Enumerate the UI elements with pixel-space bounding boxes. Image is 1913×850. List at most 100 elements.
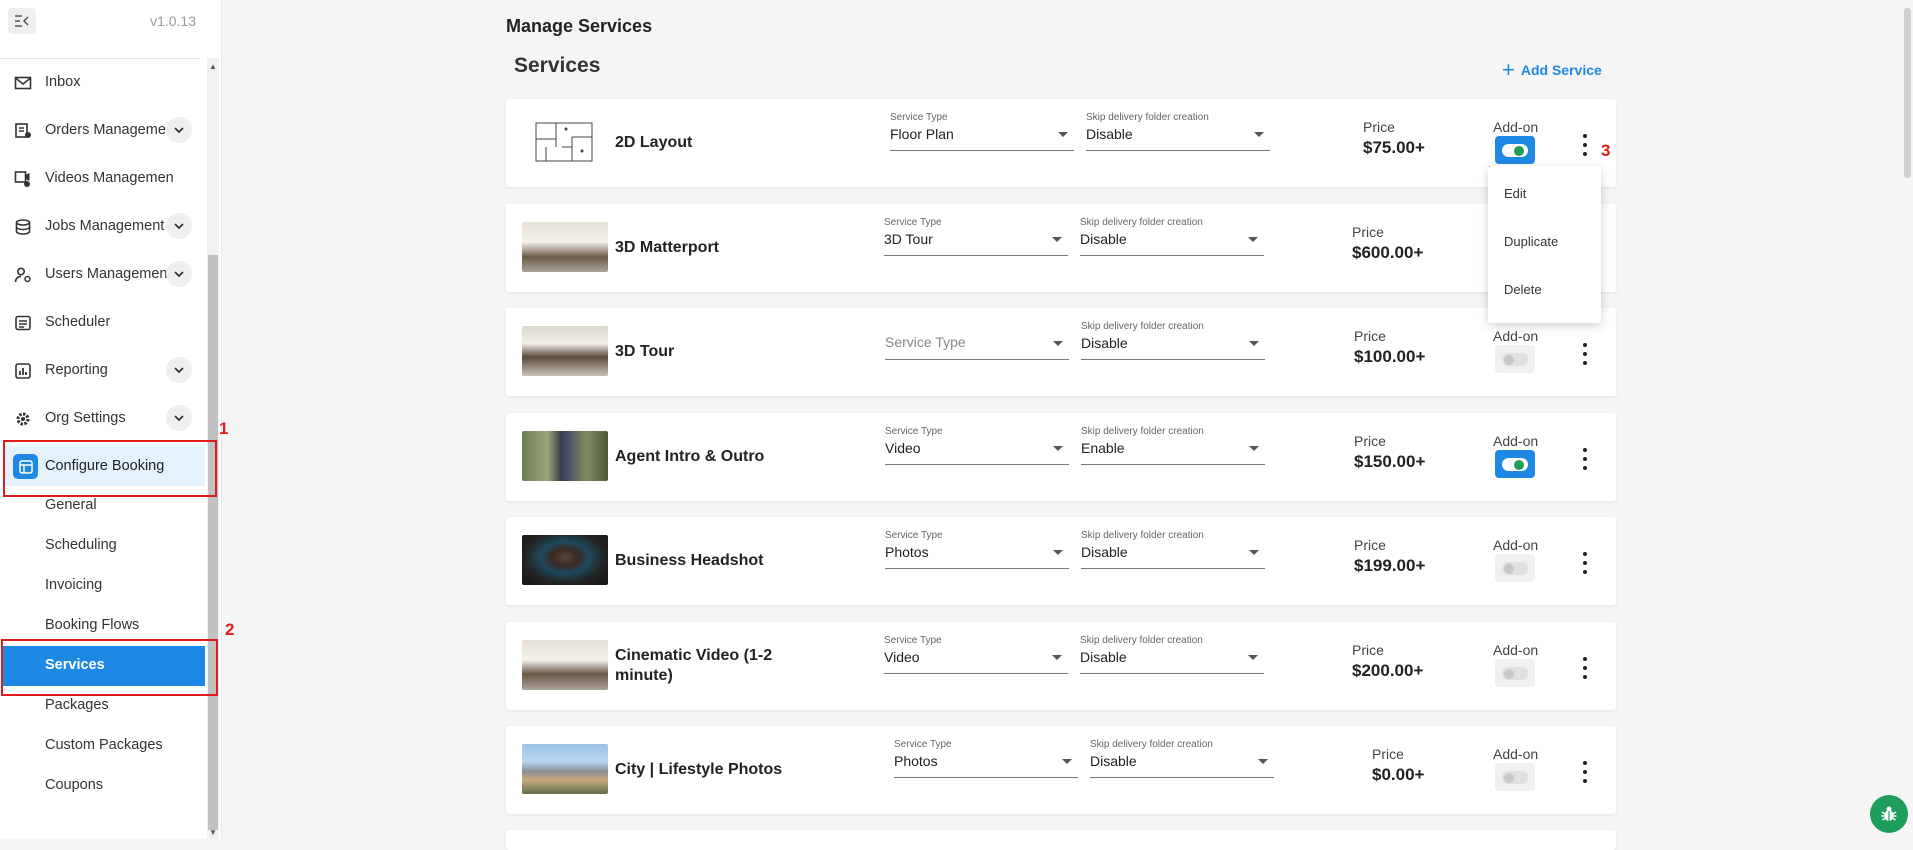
sidebar-subitem-coupons[interactable]: Coupons [0, 766, 205, 806]
service-type-select[interactable]: Service Type Video [885, 426, 1069, 466]
sidebar-subitem-scheduling[interactable]: Scheduling [0, 526, 205, 566]
service-thumbnail [522, 744, 608, 794]
sidebar-item-label: Users Management [45, 266, 172, 282]
sidebar-subitem-label: Custom Packages [45, 737, 163, 753]
addon-toggle[interactable] [1495, 554, 1535, 582]
sidebar-header: v1.0.13 [0, 0, 200, 59]
skip-delivery-select[interactable]: Skip delivery folder creation Disable [1090, 739, 1274, 779]
skip-delivery-select[interactable]: Skip delivery folder creation Disable [1081, 321, 1265, 361]
more-options-icon[interactable] [1578, 761, 1592, 783]
chevron-down-icon [1249, 446, 1259, 451]
more-options-icon[interactable] [1578, 657, 1592, 679]
service-type-select[interactable]: Service Type Photos [894, 739, 1078, 779]
sidebar-item-users-management[interactable]: Users Management [0, 254, 200, 294]
price-label: Price [1372, 746, 1404, 762]
scheduler-icon [15, 315, 31, 331]
menu-item-edit[interactable]: Edit [1504, 186, 1526, 201]
more-options-icon[interactable] [1578, 552, 1592, 574]
field-underline [884, 673, 1068, 674]
sidebar-item-org-settings[interactable]: Org Settings [0, 398, 200, 438]
chevron-down-icon[interactable] [166, 261, 192, 287]
field-value: Disable [1080, 649, 1127, 665]
service-thumbnail [522, 640, 608, 690]
collapse-sidebar-button[interactable] [8, 8, 36, 34]
sidebar-item-reporting[interactable]: Reporting [0, 350, 200, 390]
sidebar-subitem-label: Scheduling [45, 537, 117, 553]
skip-delivery-select[interactable]: Skip delivery folder creation Disable [1080, 217, 1264, 257]
service-card-business-headshot: Business Headshot Service Type Photos Sk… [506, 517, 1616, 605]
price-label: Price [1352, 642, 1384, 658]
plus-icon: + [1502, 57, 1515, 82]
addon-toggle[interactable] [1495, 345, 1535, 373]
skip-delivery-select[interactable]: Skip delivery folder creation Disable [1080, 635, 1264, 675]
service-card-agent-intro-outro: Agent Intro & Outro Service Type Video S… [506, 413, 1616, 501]
service-type-select[interactable]: Service Type Video [884, 635, 1068, 675]
addon-toggle[interactable] [1495, 136, 1535, 164]
bug-report-button[interactable] [1870, 795, 1908, 833]
service-type-select[interactable]: Service Type [885, 321, 1069, 361]
annotation-number-2: 2 [225, 620, 235, 639]
gear-icon [16, 412, 30, 426]
price-value: $75.00+ [1363, 138, 1425, 157]
sidebar-item-videos-management[interactable]: Videos Management [0, 158, 200, 198]
price-value: $100.00+ [1354, 347, 1426, 366]
annotation-box-configure-booking [3, 440, 217, 497]
field-value: Disable [1081, 335, 1128, 351]
menu-item-duplicate[interactable]: Duplicate [1504, 234, 1558, 249]
addon-toggle[interactable] [1495, 450, 1535, 478]
chevron-down-icon[interactable] [166, 405, 192, 431]
addon-label: Add-on [1493, 433, 1539, 449]
addon-label: Add-on [1493, 746, 1539, 762]
scroll-up-icon[interactable]: ▲ [209, 62, 217, 71]
service-name: 3D Matterport [615, 239, 720, 256]
service-type-select[interactable]: Service Type Photos [885, 530, 1069, 570]
sidebar-item-orders-management[interactable]: Orders Management [0, 110, 200, 150]
sidebar-scrollbar-thumb[interactable] [208, 255, 218, 830]
skip-delivery-select[interactable]: Skip delivery folder creation Disable [1081, 530, 1265, 570]
field-underline [1080, 255, 1264, 256]
service-name: City | Lifestyle Photos [615, 761, 783, 778]
sidebar-item-jobs-management[interactable]: Jobs Management [0, 206, 200, 246]
field-label: Service Type [884, 217, 942, 228]
addon-toggle[interactable] [1495, 659, 1535, 687]
service-type-select[interactable]: Service Type Floor Plan [890, 112, 1074, 152]
price-label: Price [1352, 224, 1384, 240]
field-label: Skip delivery folder creation [1081, 321, 1204, 332]
skip-delivery-select[interactable]: Skip delivery folder creation Enable [1081, 426, 1265, 466]
field-value: Disable [1086, 126, 1133, 142]
field-label: Skip delivery folder creation [1080, 217, 1203, 228]
chevron-down-icon[interactable] [166, 117, 192, 143]
chevron-down-icon[interactable] [166, 357, 192, 383]
jobs-icon [15, 219, 31, 235]
field-label: Service Type [885, 426, 943, 437]
more-options-icon[interactable] [1578, 448, 1592, 470]
service-thumbnail [522, 431, 608, 481]
chevron-down-icon[interactable] [166, 213, 192, 239]
chevron-down-icon [1052, 237, 1062, 242]
skip-delivery-select[interactable]: Skip delivery folder creation Disable [1086, 112, 1270, 152]
more-options-icon[interactable] [1578, 134, 1592, 156]
addon-label: Add-on [1493, 328, 1539, 344]
field-underline [890, 150, 1074, 151]
service-type-select[interactable]: Service Type 3D Tour [884, 217, 1068, 257]
scroll-down-icon[interactable]: ▼ [209, 828, 217, 837]
service-name: Cinematic Video (1-2 minute) [615, 647, 773, 684]
price-label: Price [1354, 537, 1386, 553]
sidebar-item-scheduler[interactable]: Scheduler [0, 302, 200, 342]
add-service-button[interactable]: + Add Service [1502, 57, 1602, 82]
service-name: Agent Intro & Outro [615, 448, 765, 465]
page-scrollbar-thumb[interactable] [1904, 8, 1911, 178]
field-value: Enable [1081, 440, 1125, 456]
sidebar-item-inbox[interactable]: Inbox [0, 62, 200, 102]
more-options-icon[interactable] [1578, 343, 1592, 365]
chevron-down-icon [1062, 759, 1072, 764]
addon-toggle[interactable] [1495, 763, 1535, 791]
service-name: 3D Tour [615, 343, 675, 360]
sidebar-subitem-custom-packages[interactable]: Custom Packages [0, 726, 205, 766]
service-card-cinematic-video: Cinematic Video (1-2 minute) Service Typ… [506, 622, 1616, 710]
sidebar-subitem-invoicing[interactable]: Invoicing [0, 566, 205, 606]
service-thumbnail [522, 326, 608, 376]
bug-icon [1881, 806, 1897, 821]
price-value: $150.00+ [1354, 452, 1426, 471]
menu-item-delete[interactable]: Delete [1504, 282, 1542, 297]
